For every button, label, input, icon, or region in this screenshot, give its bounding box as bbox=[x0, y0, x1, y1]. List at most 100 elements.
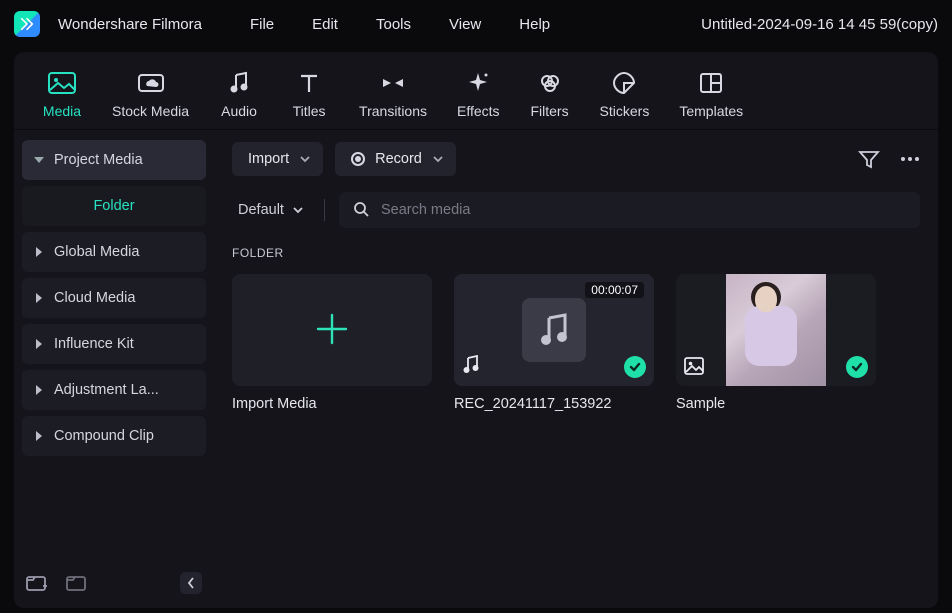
transitions-icon bbox=[379, 69, 407, 97]
tab-transitions[interactable]: Transitions bbox=[349, 65, 437, 129]
templates-icon bbox=[699, 69, 723, 97]
sparkle-icon bbox=[466, 69, 490, 97]
main-pane: Import Record bbox=[214, 130, 938, 608]
music-note-icon bbox=[228, 69, 250, 97]
tab-effects[interactable]: Effects bbox=[447, 65, 510, 129]
tab-label: Titles bbox=[293, 103, 326, 119]
app-title: Wondershare Filmora bbox=[58, 16, 202, 33]
added-check-icon bbox=[846, 356, 868, 378]
new-folder-plus-icon[interactable] bbox=[26, 574, 48, 592]
sidebar-item-label: Adjustment La... bbox=[54, 382, 159, 398]
tab-label: Audio bbox=[221, 103, 257, 119]
card-label: Sample bbox=[676, 396, 876, 412]
record-icon bbox=[351, 152, 365, 166]
menu-file[interactable]: File bbox=[250, 16, 274, 33]
photo-preview bbox=[726, 274, 826, 386]
titlebar: Wondershare Filmora File Edit Tools View… bbox=[0, 0, 952, 48]
folder-icon[interactable] bbox=[66, 574, 88, 592]
more-options-icon[interactable] bbox=[900, 156, 920, 162]
tab-stickers[interactable]: Stickers bbox=[590, 65, 660, 129]
sort-dropdown[interactable]: Default bbox=[232, 202, 310, 218]
music-note-icon bbox=[462, 355, 480, 378]
chevron-down-icon bbox=[292, 202, 304, 218]
import-dropdown[interactable]: Import bbox=[232, 142, 323, 176]
tab-label: Media bbox=[43, 103, 81, 119]
section-label-folder: FOLDER bbox=[232, 246, 920, 260]
cloud-icon bbox=[137, 69, 165, 97]
tab-label: Transitions bbox=[359, 103, 427, 119]
chevron-down-icon bbox=[299, 151, 311, 167]
tab-label: Effects bbox=[457, 103, 500, 119]
sidebar: Project Media Folder Global Media Cloud … bbox=[14, 130, 214, 608]
import-media-thumb[interactable] bbox=[232, 274, 432, 386]
tab-label: Stock Media bbox=[112, 103, 189, 119]
chevron-right-icon bbox=[36, 247, 42, 257]
menu-view[interactable]: View bbox=[449, 16, 481, 33]
import-media-card[interactable]: Import Media bbox=[232, 274, 432, 412]
duration-badge: 00:00:07 bbox=[585, 282, 644, 298]
record-label: Record bbox=[375, 151, 422, 167]
chevron-down-icon bbox=[34, 157, 44, 163]
media-icon bbox=[48, 69, 76, 97]
menu-help[interactable]: Help bbox=[519, 16, 550, 33]
main-menu: File Edit Tools View Help bbox=[250, 16, 550, 33]
sidebar-item-label: Cloud Media bbox=[54, 290, 135, 306]
sidebar-item-adjustment-layer[interactable]: Adjustment La... bbox=[22, 370, 206, 410]
sidebar-item-influence-kit[interactable]: Influence Kit bbox=[22, 324, 206, 364]
sidebar-item-label: Project Media bbox=[54, 152, 143, 168]
sidebar-item-project-media[interactable]: Project Media bbox=[22, 140, 206, 180]
chevron-down-icon bbox=[432, 151, 444, 167]
filter-icon[interactable] bbox=[858, 149, 880, 169]
chevron-right-icon bbox=[36, 385, 42, 395]
record-dropdown[interactable]: Record bbox=[335, 142, 456, 176]
text-icon bbox=[297, 69, 321, 97]
tab-stock-media[interactable]: Stock Media bbox=[102, 65, 199, 129]
tab-templates[interactable]: Templates bbox=[669, 65, 753, 129]
media-card-image[interactable]: Sample bbox=[676, 274, 876, 412]
menu-edit[interactable]: Edit bbox=[312, 16, 338, 33]
chevron-left-icon bbox=[187, 577, 195, 589]
tab-titles[interactable]: Titles bbox=[279, 65, 339, 129]
chevron-right-icon bbox=[36, 293, 42, 303]
media-card-audio[interactable]: 00:00:07 REC_20241117_153922 bbox=[454, 274, 654, 412]
workspace: Media Stock Media Audio Titles Transitio… bbox=[14, 52, 938, 608]
media-thumb[interactable]: 00:00:07 bbox=[454, 274, 654, 386]
plus-icon bbox=[312, 309, 352, 352]
tab-media[interactable]: Media bbox=[32, 65, 92, 129]
panel-tabstrip: Media Stock Media Audio Titles Transitio… bbox=[14, 52, 938, 130]
sidebar-item-label: Influence Kit bbox=[54, 336, 134, 352]
sidebar-bottom-tools bbox=[22, 566, 206, 600]
sidebar-item-global-media[interactable]: Global Media bbox=[22, 232, 206, 272]
tab-audio[interactable]: Audio bbox=[209, 65, 269, 129]
tab-label: Templates bbox=[679, 103, 743, 119]
chevron-right-icon bbox=[36, 431, 42, 441]
audio-placeholder-icon bbox=[522, 298, 586, 362]
sidebar-item-cloud-media[interactable]: Cloud Media bbox=[22, 278, 206, 318]
content-split: Project Media Folder Global Media Cloud … bbox=[14, 130, 938, 608]
sidebar-item-compound-clip[interactable]: Compound Clip bbox=[22, 416, 206, 456]
search-input[interactable] bbox=[381, 202, 906, 218]
image-icon bbox=[684, 357, 704, 378]
tab-filters[interactable]: Filters bbox=[520, 65, 580, 129]
sort-label: Default bbox=[238, 202, 284, 218]
search-field[interactable] bbox=[339, 192, 920, 228]
media-grid: Import Media 00:00:07 bbox=[232, 274, 920, 412]
collapse-sidebar-button[interactable] bbox=[180, 572, 202, 594]
card-label: Import Media bbox=[232, 396, 432, 412]
chevron-right-icon bbox=[36, 339, 42, 349]
sidebar-item-label: Global Media bbox=[54, 244, 139, 260]
app-logo-icon bbox=[14, 11, 40, 37]
stickers-icon bbox=[612, 69, 636, 97]
project-name: Untitled-2024-09-16 14 45 59(copy) bbox=[701, 16, 938, 33]
sidebar-subitem-label: Folder bbox=[93, 198, 134, 214]
menu-tools[interactable]: Tools bbox=[376, 16, 411, 33]
filters-icon bbox=[538, 69, 562, 97]
search-icon bbox=[353, 201, 369, 220]
separator bbox=[324, 199, 325, 221]
sidebar-subitem-folder[interactable]: Folder bbox=[22, 186, 206, 226]
tab-label: Filters bbox=[530, 103, 568, 119]
media-thumb[interactable] bbox=[676, 274, 876, 386]
sidebar-item-label: Compound Clip bbox=[54, 428, 154, 444]
import-label: Import bbox=[248, 151, 289, 167]
added-check-icon bbox=[624, 356, 646, 378]
